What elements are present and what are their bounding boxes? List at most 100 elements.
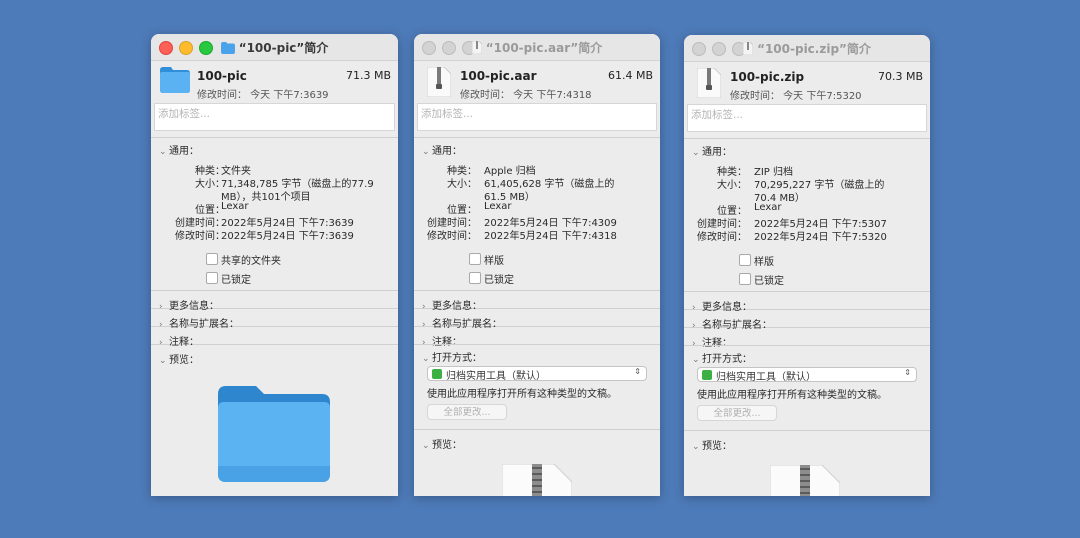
file-header: 100-pic 71.3 MB 修改时间： 今天 下午7:3639 (151, 61, 398, 103)
change-all-button[interactable]: 全部更改... (427, 404, 507, 420)
general-section: ⌄ 通用： 种类： Apple 归档 大小： 61,405,628 字节（磁盘上的 6… (414, 137, 660, 290)
general-section: ⌄ 通用： 种类： ZIP 归档 大小： 70,295,227 字节（磁盘上的 70.… (684, 138, 930, 291)
general-section: ⌄ 通用： 种类： 文件夹 大小： 71,348,785 字节（磁盘上的77.9 MB… (151, 137, 398, 290)
info-row: 大小： 71,348,785 字节（磁盘上的77.9 (195, 179, 374, 190)
archive-file-icon (427, 67, 451, 97)
info-row: 61.5 MB） (484, 192, 535, 203)
open-with-disclosure[interactable]: ⌄ 打开方式： (684, 350, 930, 365)
tags-input[interactable]: 添加标签... (417, 103, 657, 131)
zip-file-icon (743, 42, 754, 55)
file-size: 70.3 MB (877, 70, 923, 83)
chevron-down-icon: ⌄ (159, 147, 167, 157)
archive-file-icon (471, 41, 482, 54)
info-row: 大小： 70,295,227 字节（磁盘上的 (717, 180, 885, 191)
change-all-button[interactable]: 全部更改... (697, 405, 777, 421)
info-row: 位置： Lexar (195, 201, 249, 216)
file-name: 100-pic (197, 69, 247, 83)
info-row: 修改时间： 2022年5月24日 下午7:5320 (697, 232, 887, 243)
folder-icon (220, 42, 235, 54)
info-window-zip: “100-pic.zip”简介 100-pic.zip 70.3 MB 修改时间… (684, 35, 930, 496)
general-disclosure[interactable]: ⌄ 通用： (151, 142, 398, 157)
chevron-down-icon: ⌄ (159, 356, 167, 366)
chevron-right-icon: › (422, 320, 426, 330)
info-row: 位置： Lexar (717, 202, 782, 217)
chevron-down-icon: ⌄ (692, 442, 700, 452)
file-header: 100-pic.zip 70.3 MB 修改时间： 今天 下午7:5320 (684, 62, 930, 104)
open-with-disclosure[interactable]: ⌄ 打开方式： (414, 349, 660, 364)
chevron-right-icon: › (692, 321, 696, 331)
folder-preview-icon (218, 386, 330, 482)
info-row: 修改时间： 2022年5月24日 下午7:3639 (175, 231, 354, 242)
window-title: “100-pic”简介 (151, 39, 398, 56)
chevron-right-icon: › (422, 302, 426, 312)
open-with-popup[interactable]: 归档实用工具（默认） ⇕ (697, 367, 917, 383)
title-bar[interactable]: “100-pic”简介 (151, 34, 398, 61)
modified-summary: 修改时间： 今天 下午7:5320 (730, 91, 862, 102)
chevron-down-icon: ⌄ (422, 354, 430, 364)
locked-checkbox-row[interactable]: 已锁定 (151, 271, 398, 290)
zip-file-icon (697, 68, 721, 98)
more-info-disclosure[interactable]: › 更多信息： (414, 290, 660, 312)
info-row: 种类： 文件夹 (195, 166, 251, 177)
title-bar[interactable]: “100-pic.aar”简介 (414, 34, 660, 61)
modified-summary: 修改时间： 今天 下午7:3639 (197, 90, 329, 101)
locked-checkbox[interactable] (206, 272, 218, 284)
info-window-folder: “100-pic”简介 100-pic 71.3 MB 修改时间： 今天 下午7… (151, 34, 398, 496)
preview-disclosure[interactable]: ⌄ 预览： (151, 344, 398, 367)
more-info-disclosure[interactable]: › 更多信息： (151, 290, 398, 312)
chevron-down-icon: ⌄ (422, 441, 430, 451)
open-with-description: 使用此应用程序打开所有这种类型的文稿。 (427, 389, 617, 400)
chevron-down-icon: ⌄ (692, 355, 700, 365)
chevron-right-icon: › (159, 320, 163, 330)
info-row: 创建时间： 2022年5月24日 下午7:5307 (697, 219, 887, 230)
shared-folder-checkbox[interactable] (206, 253, 218, 265)
archive-preview-icon (502, 464, 572, 496)
locked-checkbox[interactable] (739, 273, 751, 285)
window-title: “100-pic.aar”简介 (414, 39, 660, 56)
info-row: 位置： Lexar (447, 201, 512, 216)
stationery-checkbox[interactable] (739, 254, 751, 266)
locked-checkbox-row[interactable]: 已锁定 (684, 272, 930, 291)
window-title: “100-pic.zip”简介 (684, 40, 930, 57)
shared-folder-checkbox-row[interactable]: 共享的文件夹 (151, 252, 398, 271)
preview-disclosure[interactable]: ⌄ 预览： (684, 430, 930, 452)
info-row: 修改时间： 2022年5月24日 下午7:4318 (427, 231, 617, 242)
open-with-description: 使用此应用程序打开所有这种类型的文稿。 (697, 390, 887, 401)
locked-checkbox[interactable] (469, 272, 481, 284)
folder-icon (160, 67, 190, 93)
file-size: 71.3 MB (345, 69, 391, 82)
title-bar[interactable]: “100-pic.zip”简介 (684, 35, 930, 62)
open-with-section: ⌄ 打开方式： 归档实用工具（默认） ⇕ 使用此应用程序打开所有这种类型的文稿。 全… (684, 345, 930, 430)
general-disclosure[interactable]: ⌄ 通用： (414, 142, 660, 157)
open-with-section: ⌄ 打开方式： 归档实用工具（默认） ⇕ 使用此应用程序打开所有这种类型的文稿。 全… (414, 344, 660, 429)
file-name: 100-pic.aar (460, 69, 537, 83)
chevron-right-icon: › (692, 303, 696, 313)
archive-utility-icon (432, 369, 442, 379)
tags-input[interactable]: 添加标签... (154, 103, 395, 131)
stationery-checkbox[interactable] (469, 253, 481, 265)
info-row: 70.4 MB） (754, 193, 805, 204)
more-info-disclosure[interactable]: › 更多信息： (684, 291, 930, 313)
info-row: MB），共101个项目 (221, 192, 311, 203)
stationery-checkbox-row[interactable]: 样版 (414, 252, 660, 271)
preview-disclosure[interactable]: ⌄ 预览： (414, 429, 660, 451)
modified-summary: 修改时间： 今天 下午7:4318 (460, 90, 592, 101)
info-window-aar: “100-pic.aar”简介 100-pic.aar 61.4 MB 修改时间… (414, 34, 660, 496)
chevron-right-icon: › (159, 302, 163, 312)
open-with-popup[interactable]: 归档实用工具（默认） ⇕ (427, 366, 647, 382)
updown-chevron-icon: ⇕ (634, 367, 641, 376)
info-row: 大小： 61,405,628 字节（磁盘上的 (447, 179, 615, 190)
updown-chevron-icon: ⇕ (904, 368, 911, 377)
info-row: 种类： ZIP 归档 (717, 167, 794, 178)
general-disclosure[interactable]: ⌄ 通用： (684, 143, 930, 158)
chevron-right-icon: › (159, 338, 163, 348)
zip-preview-icon (770, 465, 840, 496)
info-row: 创建时间： 2022年5月24日 下午7:3639 (175, 218, 354, 229)
stationery-checkbox-row[interactable]: 样版 (684, 253, 930, 272)
archive-utility-icon (702, 370, 712, 380)
locked-checkbox-row[interactable]: 已锁定 (414, 271, 660, 290)
chevron-down-icon: ⌄ (692, 148, 700, 158)
file-size: 61.4 MB (607, 69, 653, 82)
tags-input[interactable]: 添加标签... (687, 104, 927, 132)
file-name: 100-pic.zip (730, 70, 805, 84)
